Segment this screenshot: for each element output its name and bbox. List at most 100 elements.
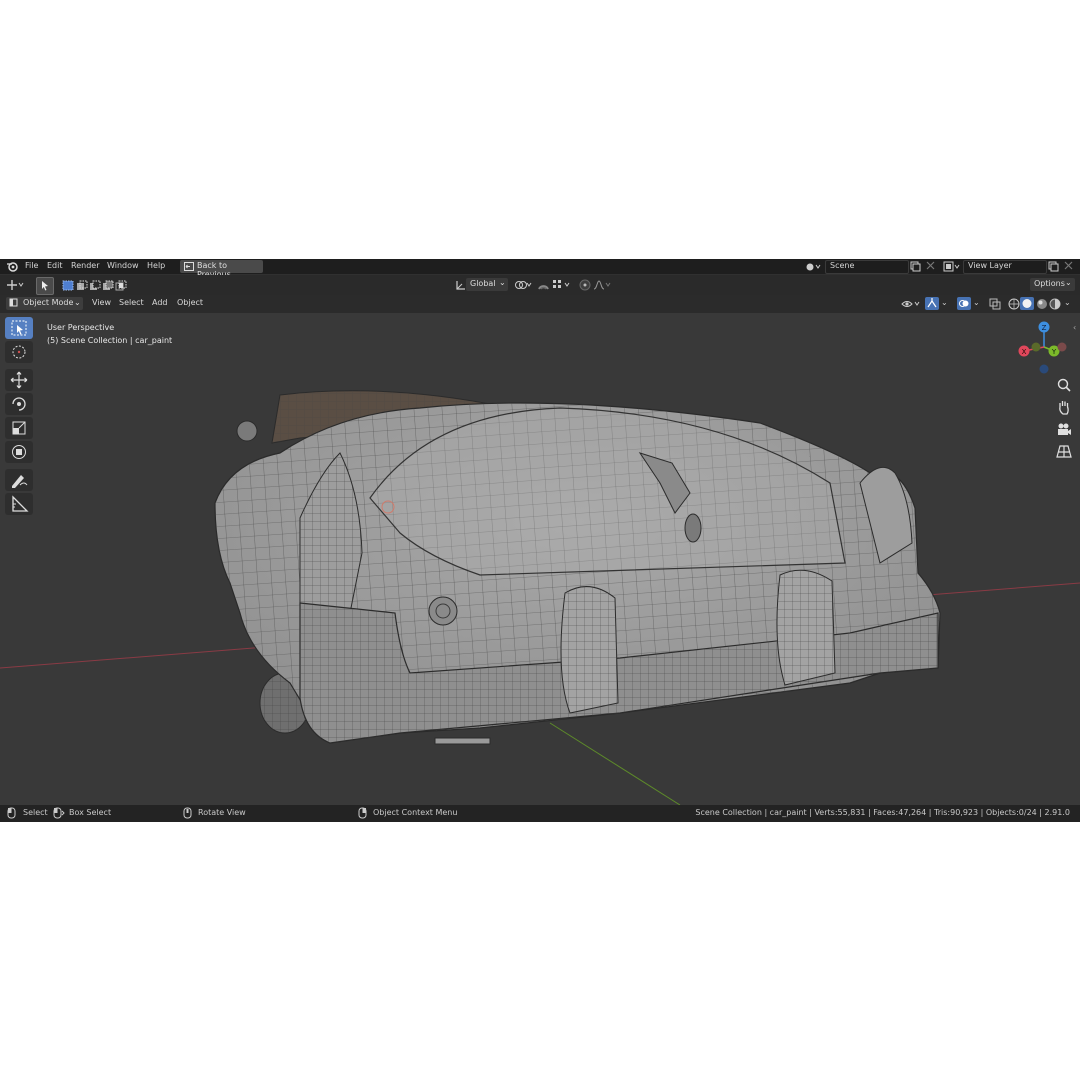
viewport-scene bbox=[0, 390, 1080, 805]
select-box-tool[interactable] bbox=[5, 317, 33, 339]
grid-icon bbox=[1056, 445, 1072, 458]
delete-view-layer-icon[interactable] bbox=[1064, 261, 1073, 272]
back-to-previous-button[interactable]: Back to Previous bbox=[180, 260, 263, 279]
status-context-menu: Object Context Menu bbox=[373, 808, 458, 817]
options-label: Options bbox=[1034, 279, 1065, 288]
ruler-icon bbox=[12, 495, 29, 512]
annotate-tool[interactable] bbox=[5, 469, 33, 491]
gizmo-toggle-button[interactable] bbox=[925, 297, 939, 310]
scene-name-field[interactable]: Scene bbox=[825, 260, 909, 274]
view-layer-name: View Layer bbox=[968, 261, 1012, 270]
pencil-icon bbox=[12, 475, 28, 488]
options-dropdown[interactable]: Options ⌄ bbox=[1030, 278, 1075, 291]
gizmo-x-label: X bbox=[1022, 348, 1027, 356]
overlays-dropdown-icon[interactable]: ⌄ bbox=[973, 298, 980, 307]
rotate-icon bbox=[12, 397, 26, 411]
visibility-icon[interactable] bbox=[901, 298, 923, 312]
mode-extend-icon[interactable] bbox=[76, 280, 88, 293]
shading-dropdown-icon[interactable]: ⌄ bbox=[1064, 298, 1071, 307]
mode-label: Object Mode bbox=[23, 298, 74, 307]
view-layer-field[interactable]: View Layer bbox=[963, 260, 1047, 274]
navigation-gizmo[interactable]: Z Y X bbox=[1014, 317, 1074, 377]
transform-orientation-dropdown[interactable]: Global ⌄ bbox=[466, 278, 508, 291]
wireframe-shading-icon[interactable] bbox=[1008, 298, 1020, 312]
material-preview-icon[interactable] bbox=[1036, 298, 1048, 312]
delete-scene-icon[interactable] bbox=[926, 261, 935, 272]
menu-file[interactable]: File bbox=[25, 261, 38, 270]
orientation-value: Global bbox=[470, 279, 496, 288]
snap-toggle-icon[interactable] bbox=[537, 279, 550, 293]
menu-select[interactable]: Select bbox=[119, 298, 144, 307]
menu-object[interactable]: Object bbox=[177, 298, 203, 307]
overlays-icon bbox=[959, 300, 969, 307]
blender-window: File Edit Render Window Help Back to Pre… bbox=[0, 259, 1080, 822]
new-scene-icon[interactable] bbox=[910, 261, 921, 274]
object-mode-icon bbox=[9, 298, 18, 309]
snap-target-icon[interactable] bbox=[552, 279, 572, 293]
cursor-icon bbox=[12, 345, 26, 359]
proportional-edit-icon[interactable] bbox=[579, 279, 591, 293]
status-bar: Select Box Select Rotate View Object Con… bbox=[0, 805, 1080, 822]
xray-toggle-icon[interactable] bbox=[989, 298, 1001, 312]
object-mode-dropdown[interactable]: Object Mode ⌄ bbox=[6, 297, 83, 310]
rotate-tool[interactable] bbox=[5, 393, 33, 415]
status-rotate-view: Rotate View bbox=[198, 808, 246, 817]
pivot-point-icon[interactable] bbox=[514, 279, 534, 293]
gizmo-z-label: Z bbox=[1042, 324, 1047, 332]
scene-name: Scene bbox=[830, 261, 855, 270]
falloff-curve-icon[interactable] bbox=[593, 279, 613, 293]
gizmo-y-label: Y bbox=[1051, 348, 1057, 356]
editor-type-icon[interactable] bbox=[6, 279, 26, 293]
gizmo-icon bbox=[927, 298, 937, 308]
move-tool[interactable] bbox=[5, 369, 33, 391]
sidebar-toggle-icon[interactable]: ‹ bbox=[1073, 323, 1076, 332]
overlays-toggle-button[interactable] bbox=[957, 297, 971, 310]
measure-tool[interactable] bbox=[5, 493, 33, 515]
solid-sphere-icon bbox=[1022, 299, 1032, 308]
cursor-tool[interactable] bbox=[5, 341, 33, 363]
menu-help[interactable]: Help bbox=[147, 261, 165, 270]
move-arrows-icon bbox=[10, 371, 28, 389]
transform-tool[interactable] bbox=[5, 441, 33, 463]
select-tool-button[interactable] bbox=[36, 277, 54, 295]
menu-add[interactable]: Add bbox=[152, 298, 168, 307]
new-view-layer-icon[interactable] bbox=[1048, 261, 1059, 274]
select-box-icon bbox=[11, 320, 27, 336]
menu-render[interactable]: Render bbox=[71, 261, 99, 270]
mode-new-icon[interactable] bbox=[62, 280, 74, 293]
status-box-select: Box Select bbox=[69, 808, 112, 817]
solid-shading-button[interactable] bbox=[1020, 297, 1034, 310]
transform-icon bbox=[12, 445, 26, 459]
chevron-down-icon: ⌄ bbox=[74, 298, 81, 307]
3d-viewport[interactable]: User Perspective (5) Scene Collection | … bbox=[0, 313, 1080, 805]
mode-intersect-icon[interactable] bbox=[115, 280, 127, 293]
gizmo-dropdown-icon[interactable]: ⌄ bbox=[941, 298, 948, 307]
car-mesh bbox=[214, 390, 941, 745]
mouse-drag-icon bbox=[53, 807, 65, 821]
status-scene-stats: Scene Collection | car_paint | Verts:55,… bbox=[695, 808, 1070, 817]
mode-subtract-icon[interactable] bbox=[89, 280, 101, 293]
screen-icon bbox=[184, 262, 194, 273]
mouse-right-icon bbox=[358, 807, 367, 821]
y-axis-line bbox=[549, 722, 681, 805]
mouse-left-icon bbox=[7, 807, 16, 821]
viewport-collection-label: (5) Scene Collection | car_paint bbox=[47, 336, 173, 345]
perspective-toggle-button[interactable] bbox=[1055, 442, 1073, 460]
menu-edit[interactable]: Edit bbox=[47, 261, 63, 270]
camera-icon bbox=[1058, 423, 1071, 435]
viewport-header: Object Mode ⌄ View Select Add Object ⌄ ⌄ bbox=[0, 295, 1080, 313]
rendered-shading-icon[interactable] bbox=[1049, 298, 1061, 312]
pan-button[interactable] bbox=[1055, 398, 1073, 416]
blender-logo-icon[interactable] bbox=[6, 261, 18, 272]
chevron-down-icon: ⌄ bbox=[499, 278, 506, 287]
menu-view[interactable]: View bbox=[92, 298, 111, 307]
scene-icon[interactable] bbox=[805, 261, 821, 274]
zoom-button[interactable] bbox=[1055, 376, 1073, 394]
scale-tool[interactable] bbox=[5, 417, 33, 439]
menu-window[interactable]: Window bbox=[107, 261, 139, 270]
mouse-middle-icon bbox=[183, 807, 192, 821]
view-layer-icon[interactable] bbox=[943, 261, 961, 274]
camera-view-button[interactable] bbox=[1055, 420, 1073, 438]
mode-difference-icon[interactable] bbox=[102, 280, 114, 293]
chevron-down-icon: ⌄ bbox=[1065, 278, 1072, 287]
